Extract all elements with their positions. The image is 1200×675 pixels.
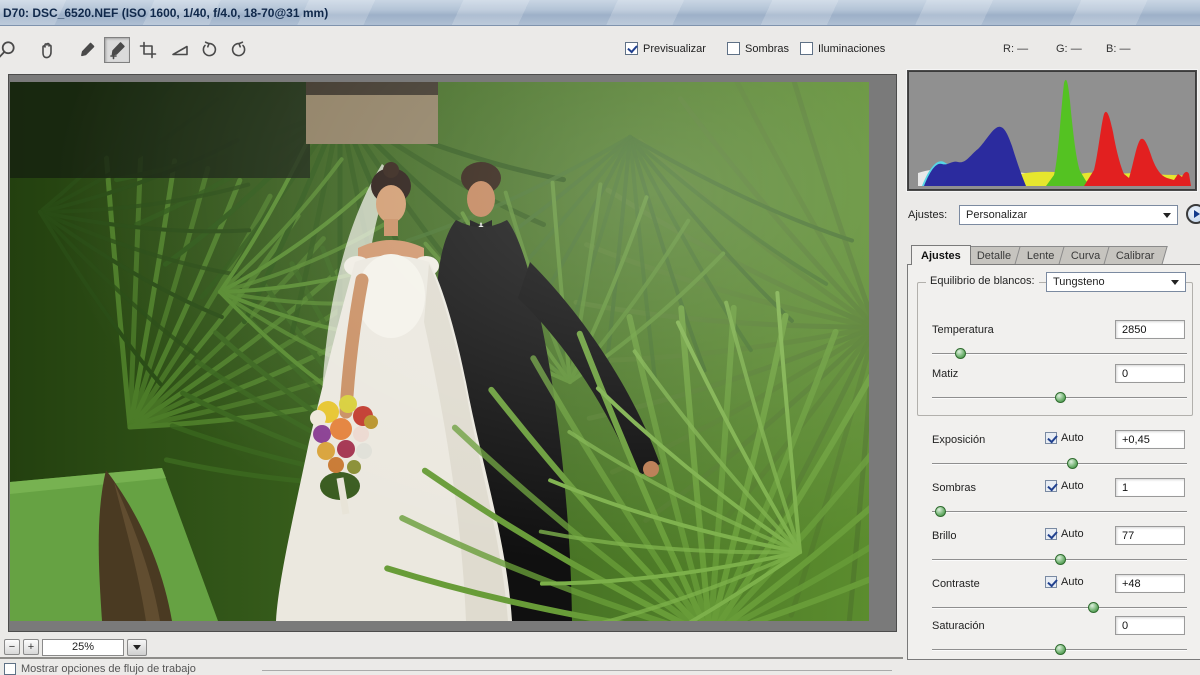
slider-contraste: Contraste Auto +48: [907, 574, 1200, 618]
previsualizar-label: Previsualizar: [643, 43, 706, 55]
white-balance-value: Tungsteno: [1053, 276, 1105, 288]
slider-brillo: Brillo Auto 77: [907, 526, 1200, 570]
slider-saturacion: Saturación 0: [907, 616, 1200, 660]
white-balance-eyedropper-icon[interactable]: [74, 37, 100, 63]
iluminaciones-label: Iluminaciones: [818, 43, 885, 55]
color-sampler-icon[interactable]: [104, 37, 130, 63]
zoom-out-button[interactable]: −: [4, 639, 20, 655]
chevron-down-icon: [1171, 280, 1179, 285]
settings-label: Ajustes:: [908, 209, 947, 221]
slider-sombras: Sombras Auto 1: [907, 478, 1200, 522]
preview-canvas: [8, 74, 897, 632]
slider-label: Brillo: [932, 530, 956, 542]
slider-label: Saturación: [932, 620, 985, 632]
brillo-value-input[interactable]: 77: [1115, 526, 1185, 545]
saturacion-value-input[interactable]: 0: [1115, 616, 1185, 635]
slider-matiz: Matiz 0: [907, 364, 1200, 408]
matiz-value-input[interactable]: 0: [1115, 364, 1185, 383]
slider-track[interactable]: [932, 392, 1187, 403]
slider-track[interactable]: [932, 458, 1187, 469]
rotate-right-icon[interactable]: [226, 37, 252, 63]
contraste-value-input[interactable]: +48: [1115, 574, 1185, 593]
slider-thumb[interactable]: [1055, 554, 1066, 565]
temperatura-value-input[interactable]: 2850: [1115, 320, 1185, 339]
zoom-level-dropdown[interactable]: [127, 639, 147, 656]
sombras-label: Sombras: [745, 43, 789, 55]
panel-menu-button[interactable]: [1186, 204, 1200, 224]
slider-exposicion: Exposición Auto +0,45: [907, 430, 1200, 474]
photo-preview[interactable]: [10, 82, 869, 621]
checkbox-box[interactable]: [625, 42, 638, 55]
slider-track[interactable]: [932, 644, 1187, 655]
rgb-b-readout: B: —: [1106, 43, 1130, 55]
workflow-divider: [262, 670, 892, 671]
straighten-tool-icon[interactable]: [167, 37, 193, 63]
bottom-separator: [0, 657, 903, 659]
checkbox-box[interactable]: [727, 42, 740, 55]
slider-thumb[interactable]: [955, 348, 966, 359]
window-title: D70: DSC_6520.NEF (ISO 1600, 1/40, f/4.0…: [0, 6, 328, 20]
settings-value: Personalizar: [966, 209, 1027, 221]
zoom-bar: − + 25%: [4, 638, 147, 656]
tab-calibrar[interactable]: Calibrar: [1103, 246, 1167, 265]
sombras-value-input[interactable]: 1: [1115, 478, 1185, 497]
slider-track[interactable]: [932, 348, 1187, 359]
chevron-down-icon: [1163, 213, 1171, 218]
slider-thumb[interactable]: [935, 506, 946, 517]
sombras-checkbox[interactable]: Sombras: [727, 42, 789, 55]
slider-temperatura: Temperatura 2850: [907, 320, 1200, 364]
hand-tool-icon[interactable]: [34, 37, 60, 63]
iluminaciones-checkbox[interactable]: Iluminaciones: [800, 42, 885, 55]
tab-ajustes[interactable]: Ajustes: [911, 245, 971, 265]
rgb-r-readout: R: —: [1003, 43, 1028, 55]
auto-checkbox[interactable]: Auto: [1045, 480, 1084, 492]
slider-label: Matiz: [932, 368, 958, 380]
slider-label: Sombras: [932, 482, 976, 494]
workflow-label: Mostrar opciones de flujo de trabajo: [21, 663, 196, 675]
slider-thumb[interactable]: [1067, 458, 1078, 469]
play-arrow-icon: [1194, 210, 1200, 218]
slider-label: Exposición: [932, 434, 985, 446]
histogram-chart: [908, 71, 1196, 190]
workflow-checkbox[interactable]: [4, 663, 16, 675]
slider-label: Contraste: [932, 578, 980, 590]
rotate-left-icon[interactable]: [196, 37, 222, 63]
checkbox-box[interactable]: [800, 42, 813, 55]
slider-track[interactable]: [932, 602, 1187, 613]
histogram-panel: [907, 70, 1197, 191]
zoom-tool-icon[interactable]: [0, 37, 19, 63]
title-bar[interactable]: D70: DSC_6520.NEF (ISO 1600, 1/40, f/4.0…: [0, 0, 1200, 26]
previsualizar-checkbox[interactable]: Previsualizar: [625, 42, 706, 55]
exposicion-value-input[interactable]: +0,45: [1115, 430, 1185, 449]
slider-label: Temperatura: [932, 324, 994, 336]
settings-select[interactable]: Personalizar: [959, 205, 1178, 225]
panel-tabs: Ajustes Detalle Lente Curva Calibrar: [911, 246, 1164, 265]
slider-thumb[interactable]: [1088, 602, 1099, 613]
chevron-down-icon: [133, 645, 141, 650]
sunlight-overlay: [10, 82, 869, 621]
slider-thumb[interactable]: [1055, 644, 1066, 655]
crop-tool-icon[interactable]: [135, 37, 161, 63]
workflow-options-row[interactable]: Mostrar opciones de flujo de trabajo: [4, 663, 196, 675]
zoom-in-button[interactable]: +: [23, 639, 39, 655]
auto-checkbox[interactable]: Auto: [1045, 528, 1084, 540]
rgb-g-readout: G: —: [1056, 43, 1082, 55]
white-balance-label: Equilibrio de blancos:: [926, 275, 1039, 287]
zoom-level-field[interactable]: 25%: [42, 639, 124, 656]
auto-checkbox[interactable]: Auto: [1045, 432, 1084, 444]
auto-checkbox[interactable]: Auto: [1045, 576, 1084, 588]
slider-track[interactable]: [932, 554, 1187, 565]
slider-thumb[interactable]: [1055, 392, 1066, 403]
white-balance-select[interactable]: Tungsteno: [1046, 272, 1186, 292]
slider-track[interactable]: [932, 506, 1187, 517]
